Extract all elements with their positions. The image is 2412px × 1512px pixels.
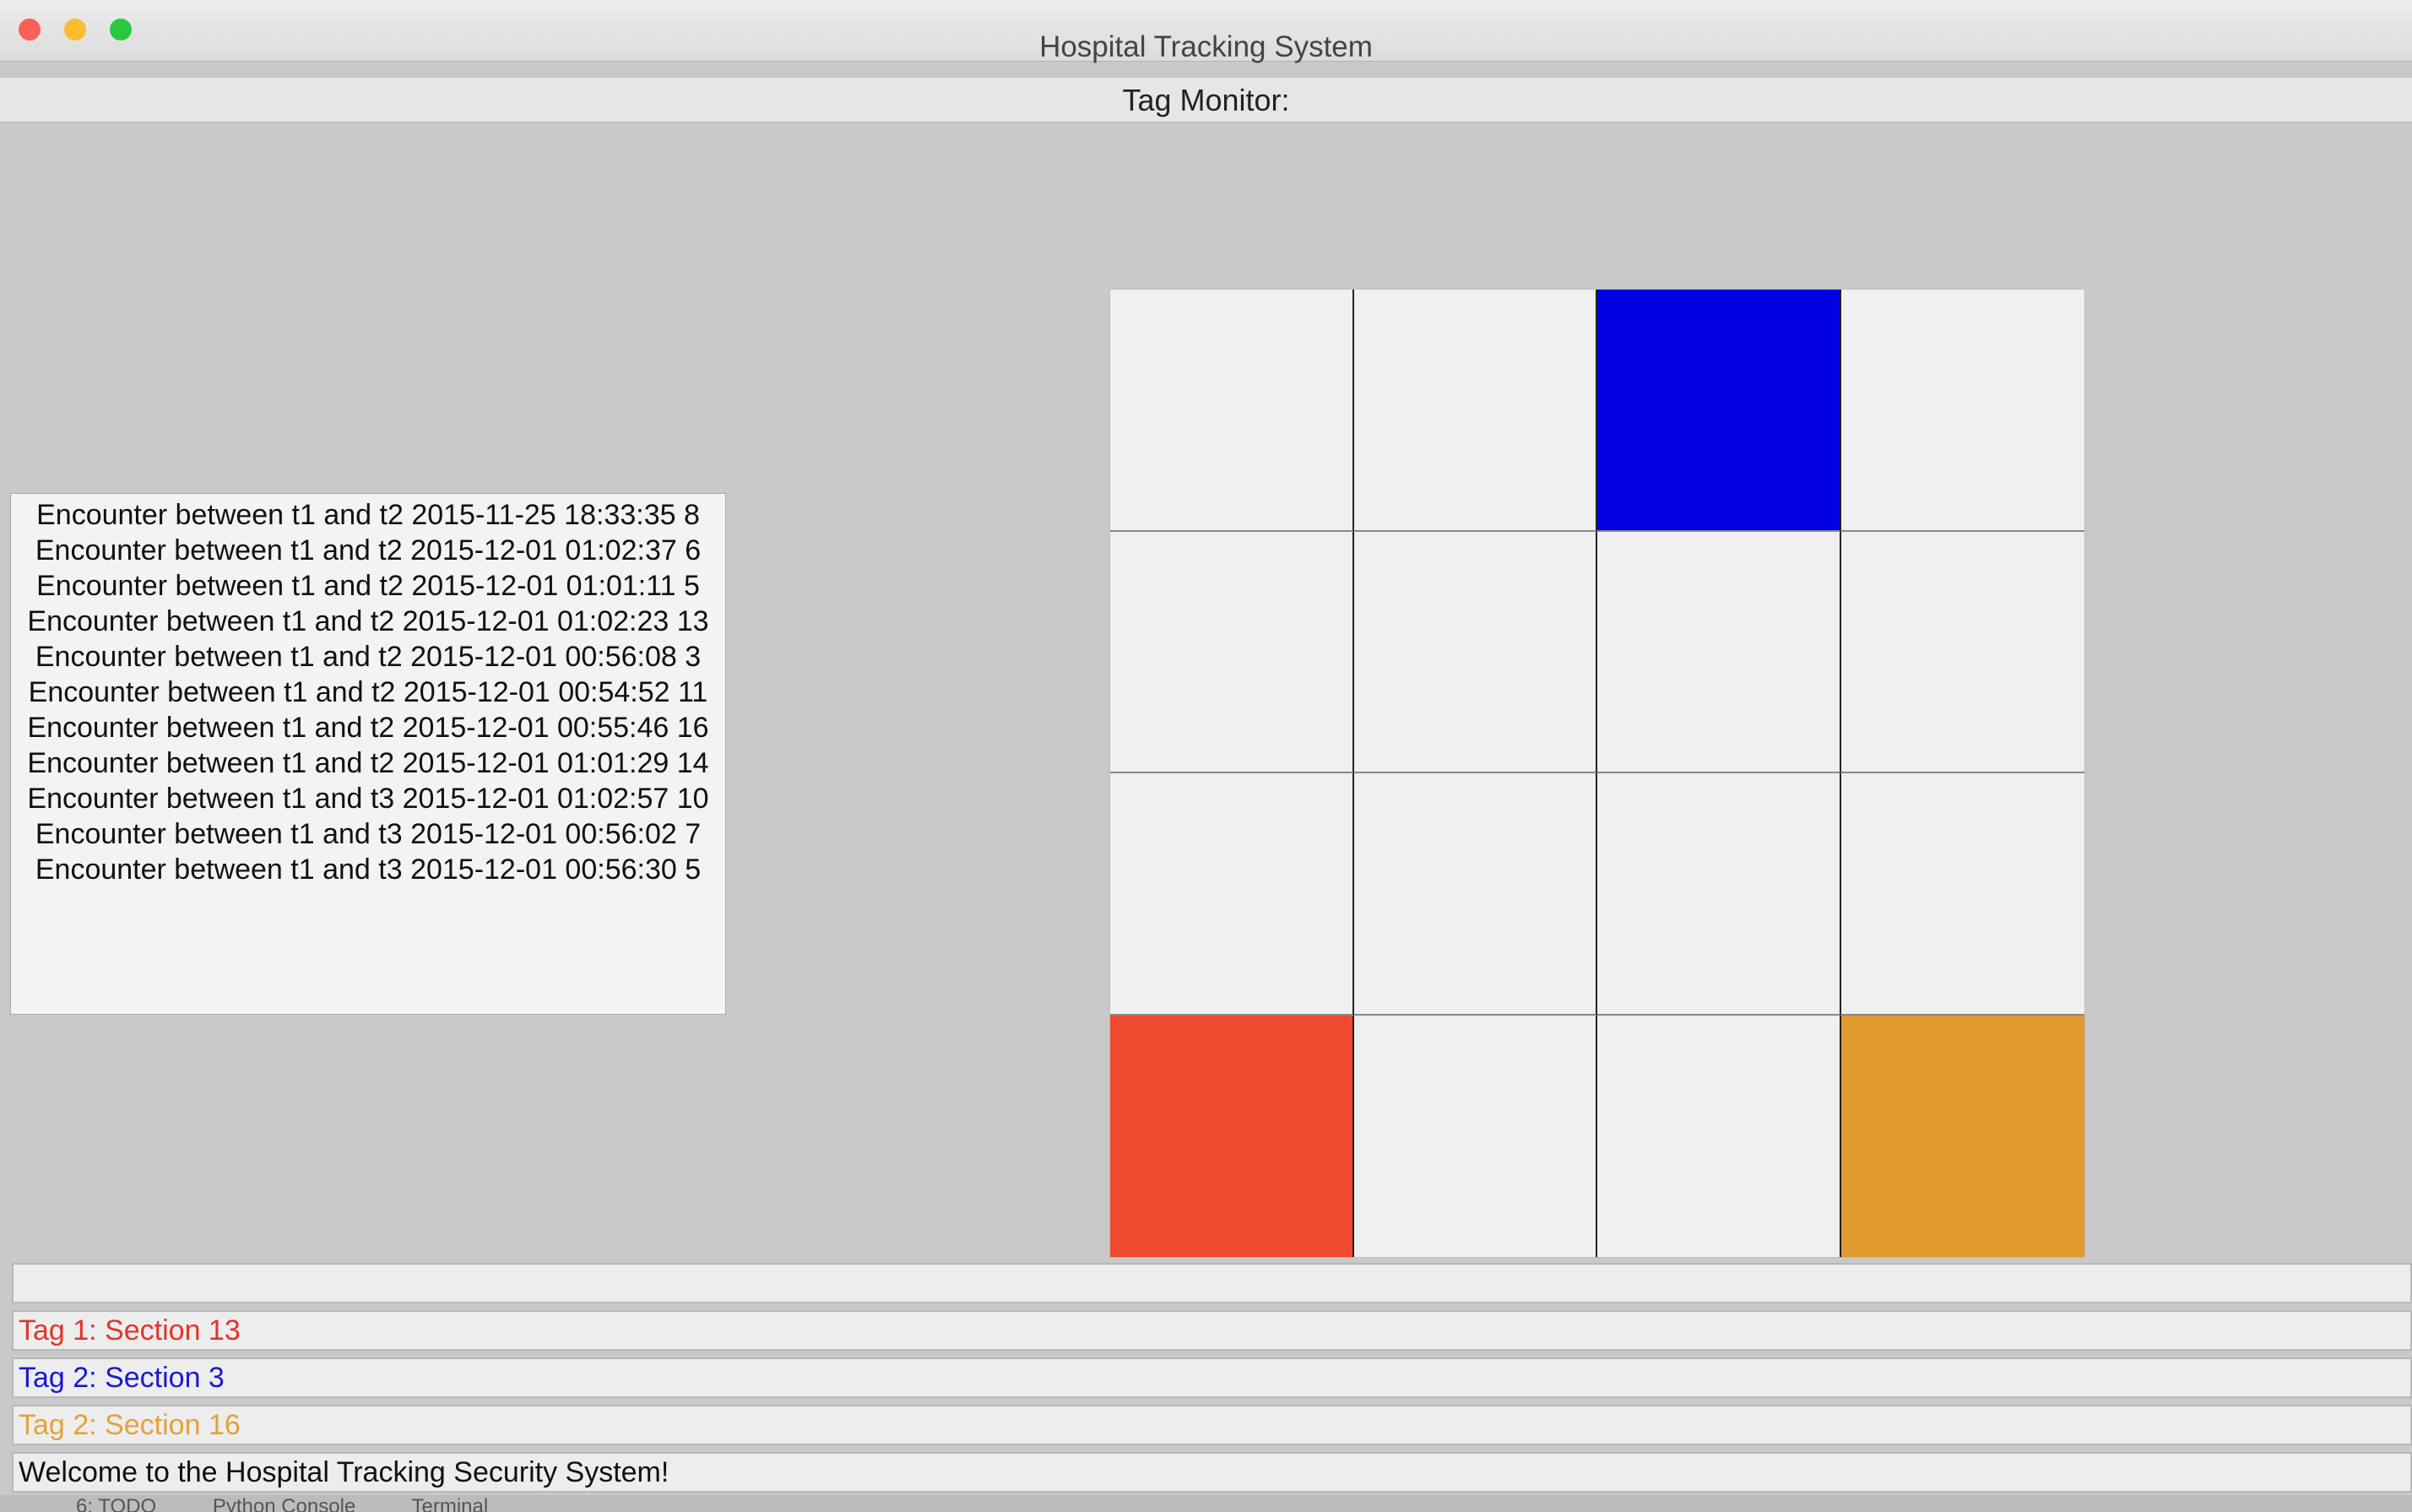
grid-section-4	[1840, 290, 2084, 532]
tag-monitor-header: Tag Monitor:	[0, 78, 2412, 123]
tag-marker	[1840, 1015, 2084, 1257]
list-item[interactable]: Encounter between t1 and t3 2015-12-01 0…	[14, 852, 722, 887]
grid-section-10	[1353, 773, 1597, 1016]
list-item[interactable]: Encounter between t1 and t2 2015-12-01 0…	[14, 604, 722, 639]
list-item[interactable]: Encounter between t1 and t2 2015-12-01 0…	[14, 675, 722, 710]
list-item[interactable]: Encounter between t1 and t2 2015-12-01 0…	[14, 710, 722, 745]
tag-marker	[1110, 1015, 1352, 1257]
list-item[interactable]: Encounter between t1 and t2 2015-11-25 1…	[14, 497, 722, 533]
tag-marker	[1597, 290, 1840, 530]
list-item[interactable]: Encounter between t1 and t2 2015-12-01 0…	[14, 639, 722, 675]
main-content: Encounter between t1 and t2 2015-11-25 1…	[0, 123, 2412, 1259]
grid-section-2	[1353, 290, 1597, 532]
ide-tab-python-console[interactable]: Python Console	[213, 1495, 355, 1512]
grid-section-14	[1353, 1015, 1597, 1257]
tag2-status: Tag 2: Section 3	[12, 1358, 2412, 1398]
list-item[interactable]: Encounter between t1 and t2 2015-12-01 0…	[14, 533, 722, 568]
grid-section-12	[1840, 773, 2084, 1016]
window-titlebar: Hospital Tracking System	[0, 0, 2412, 63]
ide-tab-todo[interactable]: 6: TODO	[76, 1495, 156, 1512]
grid-section-7	[1597, 531, 1841, 773]
ide-tab-terminal[interactable]: Terminal	[412, 1495, 489, 1512]
list-item[interactable]: Encounter between t1 and t3 2015-12-01 0…	[14, 816, 722, 852]
welcome-message: Welcome to the Hospital Tracking Securit…	[12, 1452, 2412, 1493]
section-grid	[1109, 289, 2085, 1258]
grid-section-16	[1840, 1015, 2084, 1257]
status-panel: Tag 1: Section 13 Tag 2: Section 3 Tag 2…	[12, 1263, 2412, 1512]
tag-monitor-label: Tag Monitor:	[1122, 83, 1290, 117]
grid-section-1	[1110, 290, 1354, 532]
grid-section-11	[1597, 773, 1841, 1016]
tag1-status: Tag 1: Section 13	[12, 1310, 2412, 1351]
list-item[interactable]: Encounter between t1 and t3 2015-12-01 0…	[14, 781, 722, 816]
window-title: Hospital Tracking System	[1039, 30, 1373, 63]
tag3-status: Tag 2: Section 16	[12, 1405, 2412, 1445]
grid-section-6	[1353, 531, 1597, 773]
ide-tool-strip: 6: TODO Python Console Terminal	[0, 1495, 2412, 1512]
encounter-list[interactable]: Encounter between t1 and t2 2015-11-25 1…	[10, 493, 726, 1015]
message-field[interactable]	[12, 1263, 2412, 1303]
grid-section-15	[1597, 1015, 1841, 1257]
list-item[interactable]: Encounter between t1 and t2 2015-12-01 0…	[14, 745, 722, 781]
list-item[interactable]: Encounter between t1 and t2 2015-12-01 0…	[14, 568, 722, 604]
grid-section-8	[1840, 531, 2084, 773]
grid-section-3	[1597, 290, 1841, 532]
grid-section-5	[1110, 531, 1354, 773]
grid-section-13	[1110, 1015, 1354, 1257]
grid-section-9	[1110, 773, 1354, 1016]
